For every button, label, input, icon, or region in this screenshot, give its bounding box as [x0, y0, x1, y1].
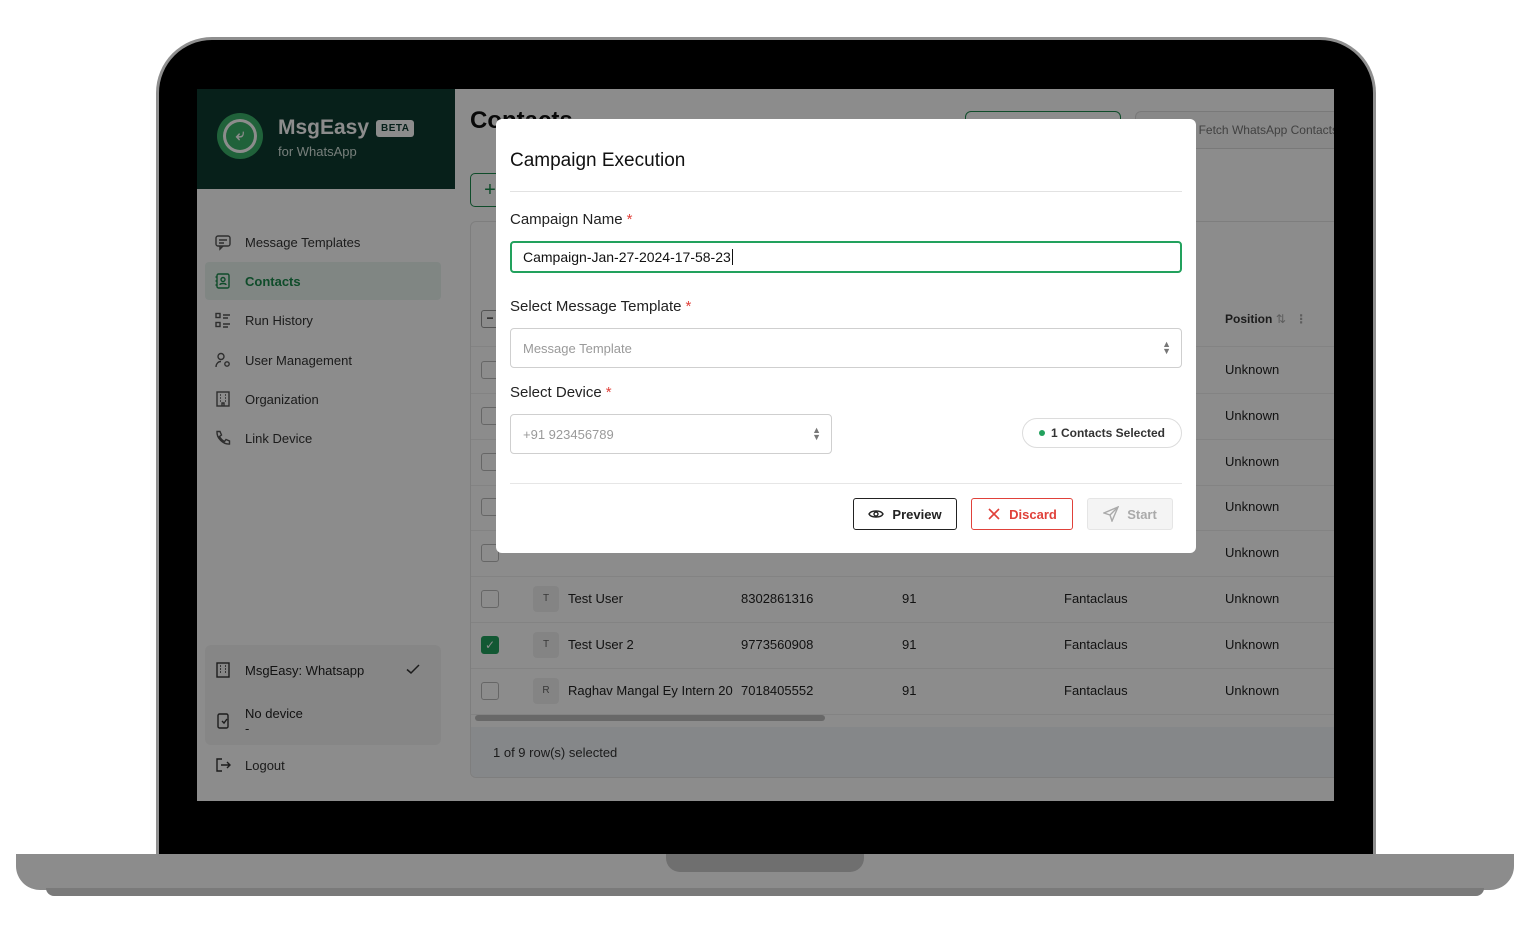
status-dot — [1038, 430, 1045, 436]
start-button[interactable]: Start — [1087, 498, 1173, 530]
chevron-up-down-icon: ▲ ▼ — [1162, 339, 1171, 356]
preview-button[interactable]: Preview — [853, 498, 957, 530]
discard-button[interactable]: Discard — [971, 498, 1073, 530]
campaign-execution-dialog: Campaign Execution Campaign Name * Campai… — [496, 119, 1196, 553]
chevron-up-down-icon: ▲ ▼ — [812, 425, 821, 442]
campaign-name-label: Campaign Name * — [510, 211, 633, 228]
app-screen: ⤶ MsgEasy BETA for WhatsApp Message Temp… — [197, 89, 1334, 801]
message-template-select[interactable]: Message Template ▲ ▼ — [510, 328, 1182, 368]
laptop-base-shadow — [46, 888, 1484, 896]
laptop-notch — [666, 854, 864, 872]
send-icon — [1103, 506, 1120, 522]
eye-icon — [868, 510, 885, 518]
close-icon — [988, 508, 1000, 520]
device-label: Select Device * — [510, 384, 612, 401]
dialog-title: Campaign Execution — [510, 150, 686, 171]
divider — [510, 483, 1182, 484]
contacts-selected-badge: 1 Contacts Selected — [1022, 418, 1182, 448]
campaign-name-input[interactable]: Campaign-Jan-27-2024-17-58-23 — [510, 241, 1182, 273]
divider — [510, 191, 1182, 192]
template-label: Select Message Template * — [510, 298, 692, 315]
device-select[interactable]: +91 923456789 ▲ ▼ — [510, 414, 832, 454]
